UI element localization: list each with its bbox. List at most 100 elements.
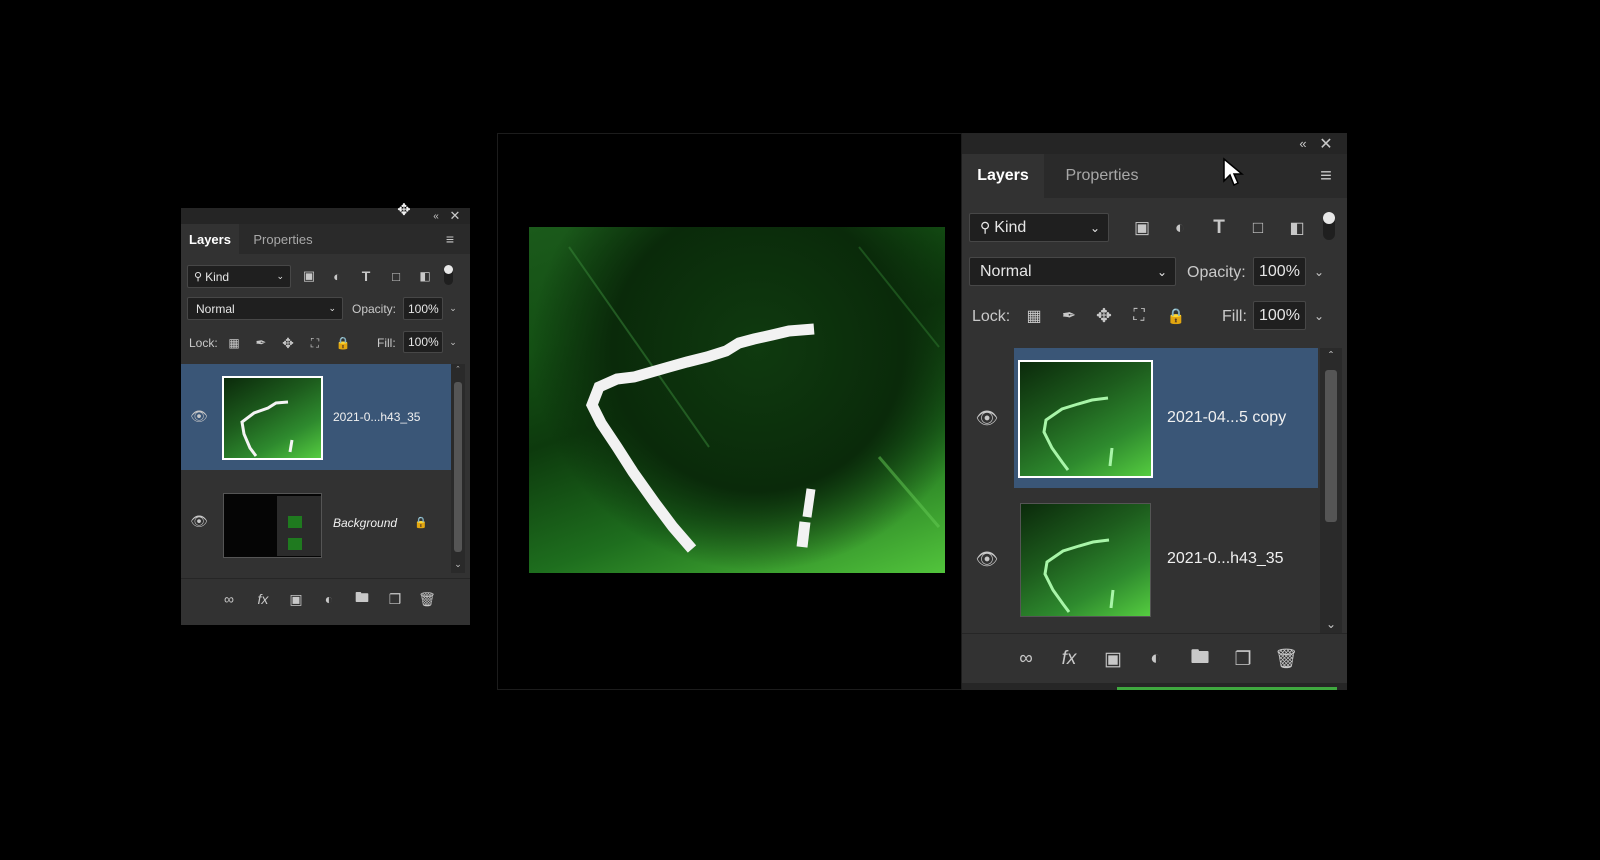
scroll-thumb[interactable] <box>1325 370 1337 522</box>
close-icon[interactable]: ✕ <box>448 208 462 224</box>
tab-properties[interactable]: Properties <box>1046 154 1158 198</box>
opacity-input[interactable]: 100% <box>1253 257 1306 286</box>
opacity-chevron-icon[interactable]: ⌄ <box>1309 257 1329 286</box>
scroll-up-icon[interactable]: ˆ <box>1320 348 1342 364</box>
scroll-down-icon[interactable]: ⌄ <box>451 558 465 570</box>
layer-name[interactable]: 2021-0...h43_35 <box>333 410 420 424</box>
link-layers-icon[interactable]: ∞ <box>219 589 239 609</box>
document-canvas[interactable] <box>497 133 962 690</box>
lock-all-icon[interactable]: 🔒 <box>1165 304 1187 328</box>
fill-input[interactable]: 100% <box>403 331 443 353</box>
collapse-icon[interactable]: « <box>1294 133 1312 154</box>
blend-mode-value: Normal <box>980 262 1032 280</box>
filter-toggle-icon[interactable] <box>443 264 453 286</box>
visibility-eye-icon[interactable]: 👁 <box>974 408 1000 428</box>
smart-object-filter-icon[interactable]: ◧ <box>416 267 434 285</box>
lock-all-icon[interactable]: 🔒 <box>335 334 351 352</box>
lock-label: Lock: <box>972 308 1011 325</box>
lock-icon: 🔒 <box>414 516 428 529</box>
lock-transparent-icon[interactable]: ▦ <box>1023 304 1045 328</box>
visibility-eye-icon[interactable]: 👁 <box>189 408 209 424</box>
filter-toggle-icon[interactable] <box>1322 211 1336 241</box>
blend-mode-value: Normal <box>196 301 235 316</box>
brush-stroke-icon <box>568 246 941 553</box>
group-icon[interactable]: 🖿 <box>1187 646 1213 672</box>
lock-artboard-icon[interactable]: ⛶ <box>307 334 323 352</box>
type-filter-icon[interactable]: T <box>357 267 375 285</box>
layer-name[interactable]: 2021-0...h43_35 <box>1167 550 1284 568</box>
link-layers-icon[interactable]: ∞ <box>1013 646 1039 672</box>
layer-mask-icon[interactable]: ▣ <box>1100 646 1126 672</box>
filter-kind-select[interactable]: ⚲ Kind ⌄ <box>969 213 1109 242</box>
chevron-down-icon: ⌄ <box>1156 264 1167 279</box>
panel-menu-icon[interactable]: ≡ <box>1316 165 1336 187</box>
lock-position-icon[interactable]: ✥ <box>1093 304 1115 328</box>
image-filter-icon[interactable]: ▣ <box>300 267 318 285</box>
filter-kind-label: Kind <box>205 269 230 284</box>
visibility-eye-icon[interactable]: 👁 <box>974 549 1000 569</box>
filter-kind-select[interactable]: ⚲ Kind ⌄ <box>187 265 291 288</box>
scroll-thumb[interactable] <box>454 382 462 552</box>
opacity-label: Opacity: <box>1187 264 1246 281</box>
tab-layers[interactable]: Layers <box>962 154 1044 198</box>
type-filter-icon[interactable]: T <box>1207 216 1231 240</box>
close-icon[interactable]: ✕ <box>1317 133 1335 154</box>
opacity-chevron-icon[interactable]: ⌄ <box>445 297 461 320</box>
panel-menu-icon[interactable]: ≡ <box>443 231 457 247</box>
visibility-eye-icon[interactable]: 👁 <box>189 513 209 529</box>
adjustment-layer-icon[interactable]: ◐ <box>1143 646 1169 672</box>
layer-row[interactable]: 👁 2021-0...h43_35 <box>962 489 1318 629</box>
group-icon[interactable]: 🖿 <box>352 589 372 609</box>
layer-name[interactable]: 2021-04...5 copy <box>1167 409 1286 427</box>
layers-footer: ∞ fx ▣ ◐ 🖿 ❐ 🗑 <box>181 578 470 619</box>
large-layers-panel: « ✕ Layers Properties ≡ ⚲ Kind ⌄ ▣ ◐ T □… <box>962 133 1347 690</box>
shape-filter-icon[interactable]: □ <box>1246 216 1270 240</box>
small-panel-tabs: Layers Properties ≡ <box>181 224 470 254</box>
new-layer-icon[interactable]: ❐ <box>1230 646 1256 672</box>
delete-icon[interactable]: 🗑 <box>1273 646 1299 672</box>
layer-row[interactable]: 👁 2021-0...h43_35 <box>181 364 451 470</box>
scroll-up-icon[interactable]: ˆ <box>451 364 465 376</box>
collapse-icon[interactable]: « <box>429 208 443 224</box>
lock-label: Lock: <box>189 336 218 350</box>
layer-thumbnail <box>1020 503 1151 617</box>
smart-object-filter-icon[interactable]: ◧ <box>1285 216 1309 240</box>
blend-mode-select[interactable]: Normal ⌄ <box>969 257 1176 286</box>
layers-scrollbar[interactable]: ˆ ⌄ <box>451 364 465 573</box>
tab-properties[interactable]: Properties <box>241 224 325 254</box>
fill-input[interactable]: 100% <box>1253 301 1306 330</box>
adjustment-filter-icon[interactable]: ◐ <box>1168 216 1192 240</box>
fx-icon[interactable]: fx <box>1056 646 1082 672</box>
lock-position-icon[interactable]: ✥ <box>280 334 296 352</box>
blend-mode-select[interactable]: Normal ⌄ <box>187 297 343 320</box>
fill-chevron-icon[interactable]: ⌄ <box>1309 301 1329 330</box>
small-layers-panel: « ✕ Layers Properties ≡ ⚲ Kind ⌄ ▣ ◐ T □… <box>181 208 470 625</box>
layer-mask-icon[interactable]: ▣ <box>286 589 306 609</box>
opacity-label: Opacity: <box>352 302 397 316</box>
layer-row[interactable]: 👁 2021-04...5 copy <box>962 348 1318 488</box>
layers-scrollbar[interactable]: ˆ ⌄ <box>1320 348 1342 638</box>
panel-bottom-edge <box>962 683 1347 690</box>
small-panel-titlebar[interactable]: « ✕ <box>181 208 470 224</box>
adjustment-filter-icon[interactable]: ◐ <box>328 267 346 285</box>
lock-transparent-icon[interactable]: ▦ <box>226 334 242 352</box>
image-filter-icon[interactable]: ▣ <box>1130 216 1154 240</box>
layer-thumbnail <box>1018 360 1153 478</box>
scroll-down-icon[interactable]: ⌄ <box>1320 616 1342 632</box>
fill-chevron-icon[interactable]: ⌄ <box>445 331 461 353</box>
adjustment-layer-icon[interactable]: ◐ <box>319 589 339 609</box>
layer-row[interactable]: 👁 Background 🔒 <box>181 471 451 573</box>
brush-stroke-icon <box>1042 396 1114 471</box>
layer-name[interactable]: Background <box>333 516 397 530</box>
delete-icon[interactable]: 🗑 <box>417 589 437 609</box>
lock-pixels-icon[interactable]: ✒ <box>1058 304 1080 328</box>
large-panel-titlebar[interactable]: « ✕ <box>962 133 1347 154</box>
layer-thumbnail <box>222 376 323 460</box>
lock-artboard-icon[interactable]: ⛶ <box>1128 304 1150 328</box>
fx-icon[interactable]: fx <box>253 589 273 609</box>
opacity-input[interactable]: 100% <box>403 297 443 320</box>
tab-layers[interactable]: Layers <box>181 224 239 254</box>
new-layer-icon[interactable]: ❐ <box>385 589 405 609</box>
shape-filter-icon[interactable]: □ <box>387 267 405 285</box>
lock-pixels-icon[interactable]: ✒ <box>253 334 269 352</box>
